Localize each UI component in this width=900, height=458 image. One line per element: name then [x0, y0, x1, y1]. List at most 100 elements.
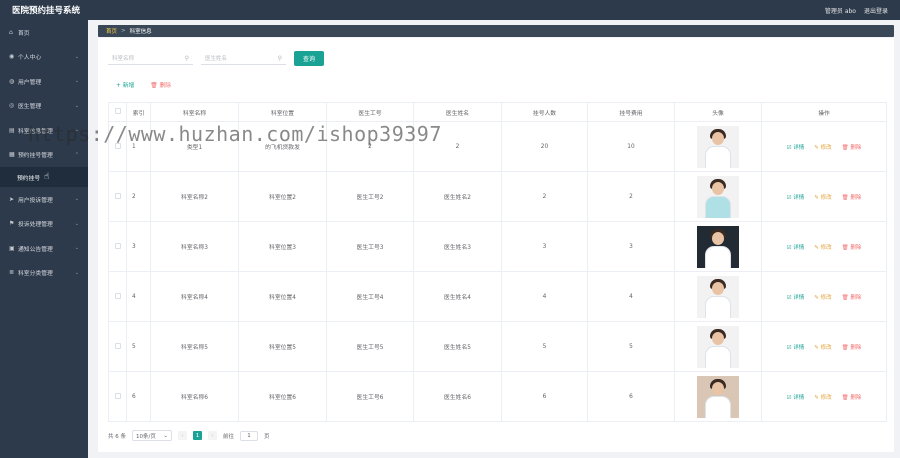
calendar-icon: ▦ [9, 151, 15, 159]
row-checkbox[interactable] [108, 171, 127, 222]
sidebar-item-label: 用户投诉管理 [18, 197, 53, 204]
user-icon: ◉ [9, 53, 15, 61]
table-row: 1 类型1 的飞机贷款发 2 2 20 10 ☑ 详情 ✎ 修改 🗑 删除 [108, 121, 887, 172]
select-all-checkbox[interactable] [108, 102, 127, 122]
sidebar-item-complaints[interactable]: ➤ 用户投诉管理 ⌄ [0, 187, 88, 212]
chevron-down-icon: ⌄ [74, 220, 79, 227]
edit-button[interactable]: ✎ 修改 [814, 143, 831, 151]
breadcrumb-home[interactable]: 首页 [106, 27, 117, 35]
delete-button[interactable]: 🗑 删除 [842, 293, 862, 301]
sidebar-item-notices[interactable]: ▣ 通知公告管理 ⌄ [0, 236, 88, 261]
edit-button[interactable]: ✎ 修改 [814, 193, 831, 201]
sidebar-item-dept-categories[interactable]: ≣ 科室分类管理 ⌄ [0, 261, 88, 286]
doctor-avatar-icon[interactable] [697, 125, 739, 168]
cell-doctor-name: 医生姓名3 [413, 221, 502, 272]
doctor-avatar-icon[interactable] [697, 275, 739, 318]
cell-reg-fee: 2 [587, 171, 675, 222]
add-button[interactable]: + 新增 [116, 80, 134, 89]
chevron-up-icon: ⌃ [74, 151, 79, 158]
sidebar-item-complaint-handling[interactable]: ⚑ 投诉处理管理 ⌄ [0, 212, 88, 237]
cell-reg-fee: 6 [587, 371, 675, 422]
doctor-avatar-icon[interactable] [697, 375, 739, 418]
edit-button[interactable]: ✎ 修改 [814, 393, 831, 401]
table-row: 3 科室名称3 科室位置3 医生工号3 医生姓名3 3 3 ☑ 详情 ✎ 修改 🗑 … [108, 221, 887, 272]
flag-icon: ⚑ [9, 220, 15, 228]
cell-ops: ☑ 详情 ✎ 修改 🗑 删除 [761, 371, 887, 422]
next-page-button[interactable]: › [208, 431, 217, 440]
sidebar-item-users[interactable]: ◍ 用户管理 ⌄ [0, 69, 88, 94]
chevron-down-icon: ⌄ [74, 78, 79, 85]
delete-button[interactable]: 🗑 删除 [842, 143, 862, 151]
doctor-avatar-icon[interactable] [697, 225, 739, 268]
sidebar-item-label: 投诉处理管理 [18, 222, 53, 229]
cell-dept-location: 科室位置5 [238, 321, 327, 372]
detail-button[interactable]: ☑ 详情 [787, 193, 805, 201]
total-count: 共 6 条 [108, 433, 126, 440]
edit-button[interactable]: ✎ 修改 [814, 293, 831, 301]
logout-button[interactable]: 退出登录 [864, 6, 888, 15]
cell-reg-count: 4 [501, 271, 588, 322]
cell-avatar [674, 371, 762, 422]
sidebar-item-label: 个人中心 [18, 55, 42, 62]
sidebar-item-appointments[interactable]: ▦ 预约挂号管理 ⌃ [0, 142, 88, 167]
column-header: 科室名称 [150, 102, 239, 122]
detail-button[interactable]: ☑ 详情 [787, 243, 805, 251]
cell-ops: ☑ 详情 ✎ 修改 🗑 删除 [761, 221, 887, 272]
doctor-avatar-icon[interactable] [697, 325, 739, 368]
doctor-icon: ◎ [9, 102, 15, 110]
admin-user-label[interactable]: 管理员 abo [825, 6, 856, 15]
goto-page-input[interactable]: 1 [240, 430, 259, 441]
detail-button[interactable]: ☑ 详情 [787, 393, 805, 401]
user-group-icon: ◍ [9, 77, 15, 85]
cell-doctor-id: 2 [326, 121, 414, 172]
row-checkbox[interactable] [108, 221, 127, 272]
dept-name-search-input[interactable]: 科室名称 ⚲ [108, 52, 193, 65]
cell-dept-name: 科室名称6 [150, 371, 239, 422]
notice-icon: ▣ [9, 244, 15, 252]
column-header: 科室位置 [238, 102, 327, 122]
delete-button[interactable]: 🗑 删除 [842, 243, 862, 251]
sidebar-item-label: 通知公告管理 [18, 246, 53, 253]
edit-button[interactable]: ✎ 修改 [814, 243, 831, 251]
cell-doctor-id: 医生工号3 [326, 221, 414, 272]
delete-button[interactable]: 🗑 删除 [842, 393, 862, 401]
sidebar-item-dept-info[interactable]: ▤ 科室信息管理 ⌄ [0, 118, 88, 143]
cell-reg-count: 2 [501, 171, 588, 222]
cell-reg-fee: 10 [587, 121, 675, 172]
cell-dept-name: 类型1 [150, 121, 239, 172]
cell-dept-location: 的飞机贷款发 [238, 121, 327, 172]
doctor-name-search-input[interactable]: 医生姓名 ⚲ [201, 52, 286, 65]
detail-button[interactable]: ☑ 详情 [787, 143, 805, 151]
doctor-avatar-icon[interactable] [697, 175, 739, 218]
cell-avatar [674, 221, 762, 272]
query-button[interactable]: 查询 [294, 51, 324, 66]
sidebar-item-doctors[interactable]: ◎ 医生管理 ⌄ [0, 94, 88, 119]
sidebar-item-label: 用户管理 [18, 79, 42, 86]
page-size-select[interactable]: 10条/页 ⌄ [132, 430, 172, 441]
cell-doctor-name: 医生姓名6 [413, 371, 502, 422]
batch-delete-button[interactable]: 🗑 删除 [150, 80, 171, 89]
row-checkbox[interactable] [108, 321, 127, 372]
row-checkbox[interactable] [108, 271, 127, 322]
cell-ops: ☑ 详情 ✎ 修改 🗑 删除 [761, 171, 887, 222]
chevron-down-icon: ⌄ [74, 102, 79, 109]
delete-button[interactable]: 🗑 删除 [842, 343, 862, 351]
detail-button[interactable]: ☑ 详情 [787, 343, 805, 351]
delete-button[interactable]: 🗑 删除 [842, 193, 862, 201]
sidebar: ⌂ 首页 ◉ 个人中心 ⌄ ◍ 用户管理 ⌄ ◎ 医生管理 ⌄ ▤ 科室信息管理… [0, 20, 88, 458]
sidebar-item-home[interactable]: ⌂ 首页 [0, 20, 88, 45]
cell-reg-count: 5 [501, 321, 588, 372]
prev-page-button[interactable]: ‹ [178, 431, 187, 440]
cell-reg-count: 3 [501, 221, 588, 272]
edit-button[interactable]: ✎ 修改 [814, 343, 831, 351]
sidebar-item-profile[interactable]: ◉ 个人中心 ⌄ [0, 45, 88, 70]
top-bar: 医院预约挂号系统 管理员 abo 退出登录 [0, 0, 900, 20]
table-row: 4 科室名称4 科室位置4 医生工号4 医生姓名4 4 4 ☑ 详情 ✎ 修改 🗑 … [108, 271, 887, 322]
column-header: 操作 [761, 102, 887, 122]
search-icon: ⚲ [184, 54, 189, 62]
row-checkbox[interactable] [108, 121, 127, 172]
detail-button[interactable]: ☑ 详情 [787, 293, 805, 301]
cell-ops: ☑ 详情 ✎ 修改 🗑 删除 [761, 321, 887, 372]
row-checkbox[interactable] [108, 371, 127, 422]
current-page-button[interactable]: 1 [193, 431, 202, 440]
